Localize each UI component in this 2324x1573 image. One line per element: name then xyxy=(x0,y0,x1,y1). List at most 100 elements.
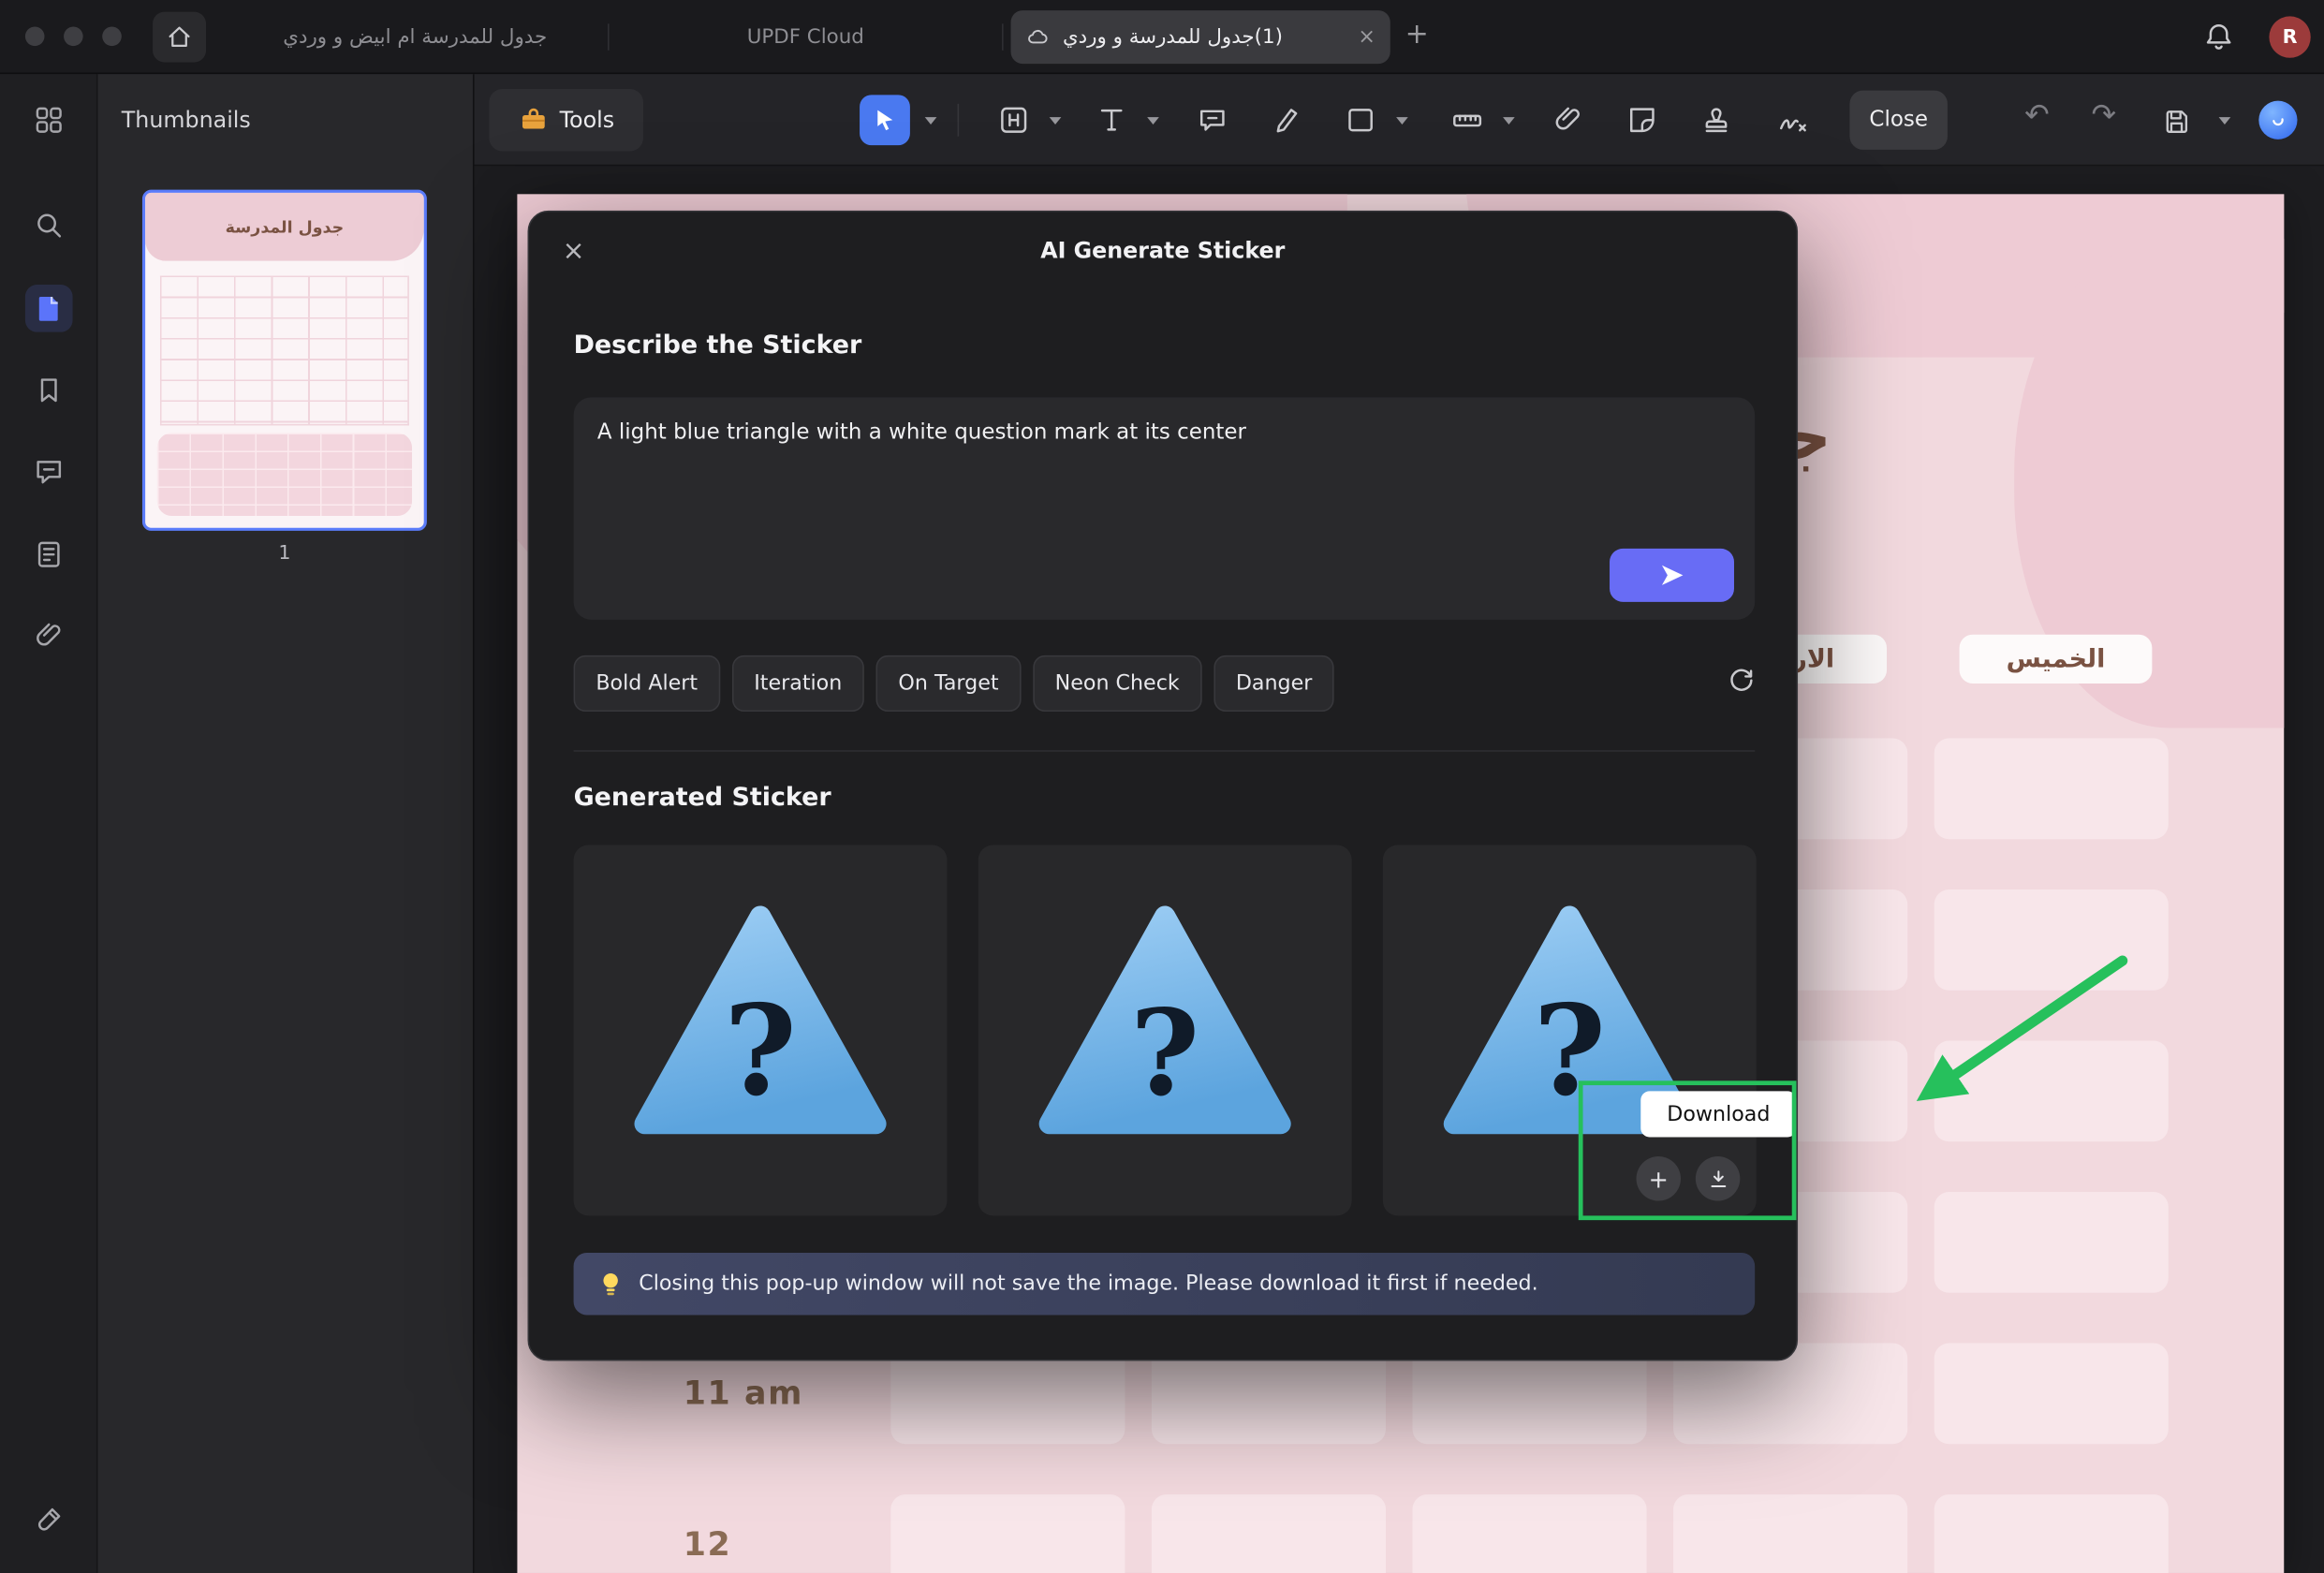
tools-button[interactable]: Tools xyxy=(489,89,643,152)
bookmark-icon xyxy=(33,374,66,406)
tag-danger[interactable]: Danger xyxy=(1213,655,1334,712)
sidebar-item-edit[interactable] xyxy=(25,1496,73,1544)
highlighter-tool-button[interactable] xyxy=(1261,95,1312,145)
modal-title: AI Generate Sticker xyxy=(529,212,1796,288)
avatar[interactable]: R xyxy=(2269,16,2310,57)
notifications-button[interactable] xyxy=(2202,21,2235,53)
close-document-button[interactable]: Close xyxy=(1849,91,1947,150)
signature-tool-button[interactable] xyxy=(1768,95,1818,145)
sticker-result-1[interactable]: ? xyxy=(574,845,948,1216)
measure-tool-dropdown-icon[interactable] xyxy=(1503,117,1515,125)
window-minimize-button[interactable] xyxy=(64,27,83,47)
thumbnails-panel: Thumbnails جدول المدرسة 1 xyxy=(97,74,474,1573)
new-tab-icon[interactable]: + xyxy=(1405,18,1429,51)
shape-tool-button[interactable] xyxy=(1335,95,1386,145)
sidebar-item-bookmarks[interactable] xyxy=(25,366,73,414)
tab-updf-cloud[interactable]: UPDF Cloud xyxy=(610,0,1002,74)
tag-iteration[interactable]: Iteration xyxy=(732,655,864,712)
triangle-sticker-image: ? xyxy=(612,889,909,1171)
select-tool-dropdown-icon[interactable] xyxy=(925,117,937,125)
tag-bold-alert[interactable]: Bold Alert xyxy=(574,655,720,712)
paperclip-icon xyxy=(33,620,66,653)
modal-header: × AI Generate Sticker xyxy=(529,212,1796,288)
panel-title: Thumbnails xyxy=(122,107,251,134)
cloud-icon xyxy=(1025,24,1051,50)
heading-tool-dropdown-icon[interactable] xyxy=(1050,117,1062,125)
home-icon xyxy=(165,22,195,52)
measure-tool-icon xyxy=(1451,104,1484,137)
redo-icon[interactable]: ↷ xyxy=(2091,99,2116,129)
window-close-button[interactable] xyxy=(25,27,45,47)
schedule-cell xyxy=(1934,739,2169,840)
comment-tool-icon xyxy=(1196,104,1228,137)
prompt-text: A light blue triangle with a white quest… xyxy=(597,419,1731,448)
schedule-cell xyxy=(1673,1494,1907,1573)
tag-on-target[interactable]: On Target xyxy=(876,655,1022,712)
highlighter-tool-icon xyxy=(1271,104,1303,137)
schedule-cell xyxy=(890,1494,1125,1573)
window-zoom-button[interactable] xyxy=(102,27,122,47)
sidebar-item-thumbnails[interactable] xyxy=(25,285,73,332)
notice-text: Closing this pop-up window will not save… xyxy=(639,1272,1537,1296)
ai-assistant-icon xyxy=(2268,110,2288,130)
stamp-tool-button[interactable] xyxy=(1691,95,1742,145)
main-toolbar: Tools xyxy=(475,74,2324,166)
tab-label: UPDF Cloud xyxy=(747,25,864,49)
save-button[interactable] xyxy=(2151,95,2201,145)
sidebar-item-comments[interactable] xyxy=(25,448,73,495)
describe-heading: Describe the Sticker xyxy=(574,331,862,360)
schedule-cell xyxy=(1934,1192,2169,1293)
time-label-12: 12 xyxy=(630,1494,864,1573)
sticker-prompt-input[interactable]: A light blue triangle with a white quest… xyxy=(574,397,1756,620)
document-icon xyxy=(33,538,66,571)
generate-send-button[interactable] xyxy=(1610,549,1734,602)
measure-tool-button[interactable] xyxy=(1442,95,1493,145)
svg-text:?: ? xyxy=(1130,983,1199,1123)
sidebar-item-attachments[interactable] xyxy=(25,612,73,660)
tab-document-active[interactable]: (1)جدول للمدرسة و وردي × xyxy=(1011,10,1390,64)
home-button[interactable] xyxy=(153,12,206,63)
sidebar-item-fields[interactable] xyxy=(25,531,73,579)
thumbnail-grid xyxy=(160,276,409,426)
refresh-tags-button[interactable] xyxy=(1725,664,1758,697)
tag-neon-check[interactable]: Neon Check xyxy=(1033,655,1202,712)
tools-label: Tools xyxy=(560,107,614,134)
sticker-tool-icon xyxy=(1625,104,1658,137)
page-thumbnail[interactable]: جدول المدرسة xyxy=(142,190,427,531)
heading-tool-button[interactable] xyxy=(989,95,1039,145)
select-tool-button[interactable] xyxy=(860,95,910,145)
schedule-cell xyxy=(1934,1344,2169,1445)
signature-tool-icon xyxy=(1777,104,1810,137)
refresh-icon xyxy=(1725,664,1758,697)
text-tool-dropdown-icon[interactable] xyxy=(1147,117,1159,125)
triangle-sticker-image: ? xyxy=(1017,889,1314,1171)
text-tool-button[interactable] xyxy=(1086,95,1137,145)
schedule-cell xyxy=(1152,1494,1386,1573)
lightbulb-icon xyxy=(597,1269,624,1299)
heading-tool-icon xyxy=(997,104,1030,137)
svg-text:?: ? xyxy=(724,978,797,1125)
thumbnails-icon xyxy=(33,292,66,325)
thumbnail-title: جدول المدرسة xyxy=(226,217,345,237)
comment-tool-button[interactable] xyxy=(1187,95,1238,145)
edit-brush-icon xyxy=(33,1504,66,1536)
save-dropdown-icon[interactable] xyxy=(2219,117,2231,125)
tab-close-icon[interactable]: × xyxy=(1358,27,1375,48)
attachment-tool-button[interactable] xyxy=(1543,95,1594,145)
undo-icon[interactable]: ↶ xyxy=(2024,99,2050,129)
sticker-tool-button[interactable] xyxy=(1617,95,1668,145)
stamp-tool-icon xyxy=(1700,104,1733,137)
sidebar-item-search[interactable] xyxy=(25,201,73,249)
tab-separator xyxy=(1002,23,1004,51)
ai-assistant-button[interactable] xyxy=(2258,101,2297,140)
schedule-cell xyxy=(1413,1494,1647,1573)
annotation-highlight-rect xyxy=(1579,1081,1797,1220)
tab-label: (1)جدول للمدرسة و وردي xyxy=(1063,25,1283,49)
sticker-result-2[interactable]: ? xyxy=(978,845,1352,1216)
sidebar-rail xyxy=(0,74,97,1573)
shape-tool-dropdown-icon[interactable] xyxy=(1396,117,1408,125)
tab-document-1[interactable]: جدول للمدرسة ام ابيض و وردي xyxy=(222,0,608,74)
thumbnail-footer xyxy=(157,433,412,516)
select-cursor-icon xyxy=(872,107,898,134)
sidebar-item-apps[interactable] xyxy=(25,96,73,144)
